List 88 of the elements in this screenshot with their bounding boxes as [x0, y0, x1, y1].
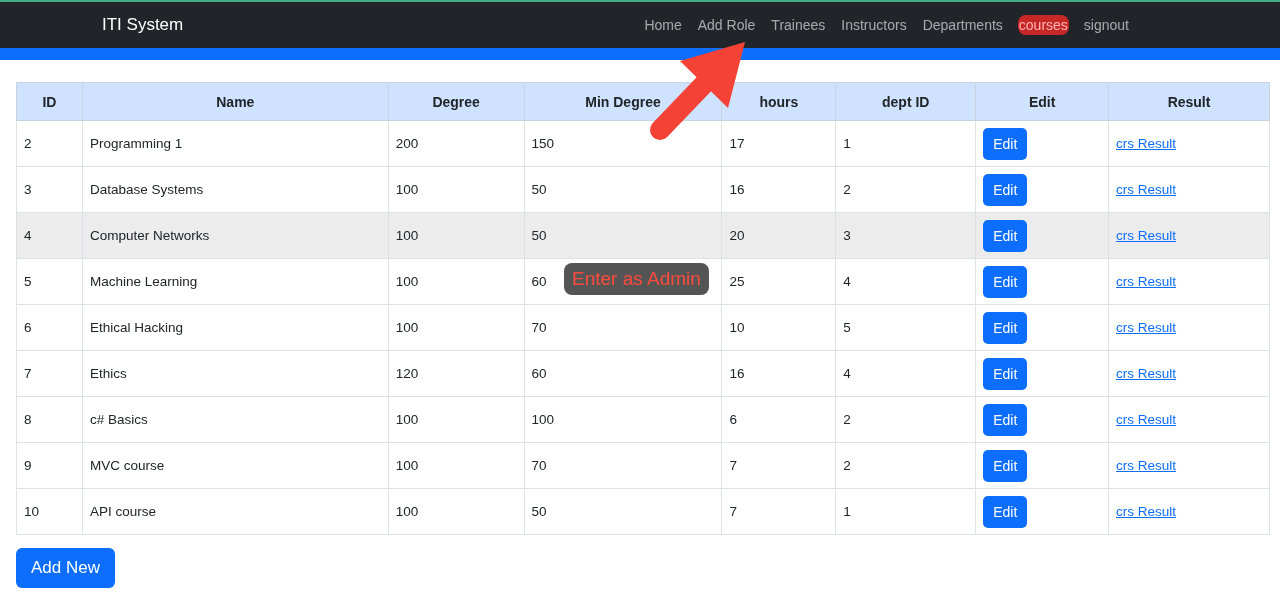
table-cell: 6: [16, 304, 83, 351]
table-cell: c# Basics: [82, 396, 389, 443]
edit-button[interactable]: Edit: [983, 311, 1028, 344]
table-cell: MVC course: [82, 442, 389, 489]
result-link[interactable]: crs Result: [1116, 458, 1177, 473]
edit-button[interactable]: Edit: [983, 449, 1028, 482]
table-cell: 9: [16, 442, 83, 489]
table-cell: 4: [835, 258, 976, 305]
column-header: hours: [721, 82, 836, 121]
table-cell: Programming 1: [82, 120, 389, 167]
result-link[interactable]: crs Result: [1116, 136, 1177, 151]
edit-button[interactable]: Edit: [983, 173, 1028, 206]
edit-button[interactable]: Edit: [983, 219, 1028, 252]
table-cell: 7: [721, 442, 836, 489]
result-link[interactable]: crs Result: [1116, 366, 1177, 381]
table-cell: 8: [16, 396, 83, 443]
table-cell: 6: [721, 396, 836, 443]
table-cell: 100: [388, 488, 525, 535]
table-cell: 2: [835, 396, 976, 443]
table-cell: 2: [16, 120, 83, 167]
table-cell: 20: [721, 212, 836, 259]
table-cell: 7: [16, 350, 83, 397]
table-cell: 100: [524, 396, 722, 443]
table-cell: Database Systems: [82, 166, 389, 213]
column-header: Edit: [975, 82, 1109, 121]
edit-button[interactable]: Edit: [983, 357, 1028, 390]
table-cell: 100: [388, 258, 525, 305]
table-cell: 4: [835, 350, 976, 397]
table-cell: 70: [524, 442, 722, 489]
result-link[interactable]: crs Result: [1116, 504, 1177, 519]
table-cell: 70: [524, 304, 722, 351]
table-cell: 5: [835, 304, 976, 351]
table-cell: 50: [524, 212, 722, 259]
table-cell: 16: [721, 350, 836, 397]
column-header: ID: [16, 82, 83, 121]
table-cell: 2: [835, 166, 976, 213]
nav-link[interactable]: Departments: [921, 15, 1004, 35]
table-cell: Computer Networks: [82, 212, 389, 259]
table-cell: 100: [388, 304, 525, 351]
table-cell: 10: [16, 488, 83, 535]
table-cell: 150: [524, 120, 722, 167]
result-link[interactable]: crs Result: [1116, 412, 1177, 427]
table-cell: 120: [388, 350, 525, 397]
table-cell: API course: [82, 488, 389, 535]
nav-link[interactable]: courses: [1017, 15, 1069, 35]
table-cell: 16: [721, 166, 836, 213]
nav-link[interactable]: Trainees: [770, 15, 827, 35]
result-link[interactable]: crs Result: [1116, 228, 1177, 243]
edit-button[interactable]: Edit: [983, 265, 1028, 298]
table-cell: 50: [524, 166, 722, 213]
table-cell: Machine Learning: [82, 258, 389, 305]
nav-link[interactable]: Home: [643, 15, 683, 35]
table-cell: 3: [835, 212, 976, 259]
result-link[interactable]: crs Result: [1116, 182, 1177, 197]
table-cell: 4: [16, 212, 83, 259]
nav-link[interactable]: Add Role: [696, 15, 757, 35]
add-new-button[interactable]: Add New: [16, 548, 115, 588]
table-cell: 1: [835, 120, 976, 167]
table-cell: 17: [721, 120, 836, 167]
table-cell: 2: [835, 442, 976, 489]
table-cell: 5: [16, 258, 83, 305]
table-cell: 100: [388, 442, 525, 489]
table-cell: 60: [524, 350, 722, 397]
table-cell: 10: [721, 304, 836, 351]
table-cell: 7: [721, 488, 836, 535]
table-cell: 100: [388, 396, 525, 443]
annotation-label: Enter as Admin: [564, 263, 709, 295]
table-cell: 100: [388, 166, 525, 213]
column-header: Degree: [388, 82, 525, 121]
column-header: Result: [1108, 82, 1270, 121]
table-cell: 200: [388, 120, 525, 167]
brand-title[interactable]: ITI System: [102, 15, 184, 35]
table-cell: Ethical Hacking: [82, 304, 389, 351]
nav-link[interactable]: signout: [1082, 15, 1130, 35]
column-header: Name: [82, 82, 389, 121]
table-cell: 50: [524, 488, 722, 535]
edit-button[interactable]: Edit: [983, 403, 1028, 436]
table-cell: 100: [388, 212, 525, 259]
result-link[interactable]: crs Result: [1116, 274, 1177, 289]
edit-button[interactable]: Edit: [983, 495, 1028, 528]
table-cell: 25: [721, 258, 836, 305]
edit-button[interactable]: Edit: [983, 127, 1028, 160]
table-cell: 3: [16, 166, 83, 213]
nav-link[interactable]: Instructors: [840, 15, 908, 35]
result-link[interactable]: crs Result: [1116, 320, 1177, 335]
column-header: dept ID: [835, 82, 976, 121]
table-cell: Ethics: [82, 350, 389, 397]
table-cell: 1: [835, 488, 976, 535]
